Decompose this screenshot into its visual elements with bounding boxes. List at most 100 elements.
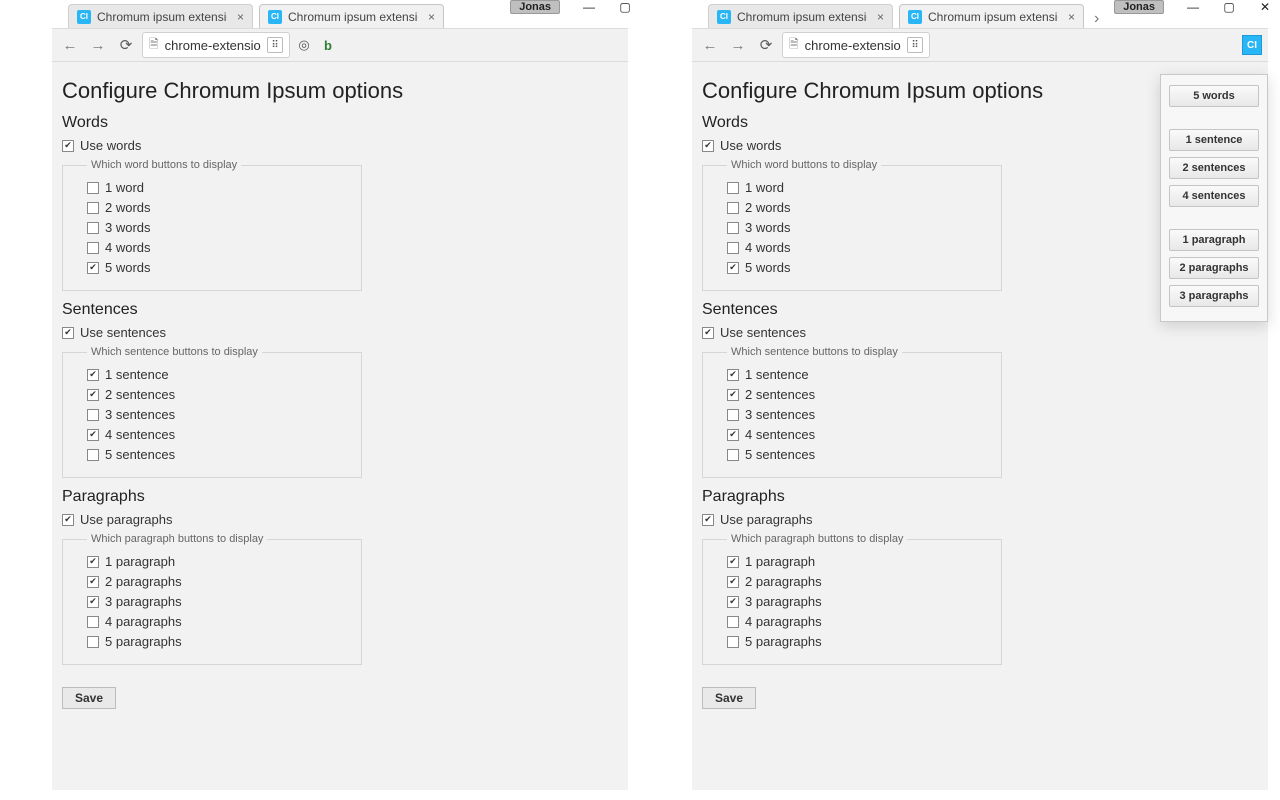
words-options-group: Which word buttons to display1 word2 wor… bbox=[62, 159, 362, 291]
sentences-option-checkbox[interactable] bbox=[727, 409, 739, 421]
paragraphs-option: 5 paragraphs bbox=[727, 634, 991, 649]
tab-close-icon[interactable]: × bbox=[877, 10, 884, 24]
popup-insert-button[interactable]: 2 sentences bbox=[1169, 157, 1259, 179]
paragraphs-option-label: 4 paragraphs bbox=[105, 614, 182, 629]
forward-icon[interactable]: → bbox=[726, 33, 750, 57]
sentences-option-checkbox[interactable] bbox=[87, 409, 99, 421]
window-minimize-icon[interactable]: — bbox=[582, 0, 596, 14]
words-option-checkbox[interactable] bbox=[87, 262, 99, 274]
extension-popup: 5 words 1 sentence 2 sentences 4 sentences 1… bbox=[1160, 74, 1268, 322]
paragraphs-option: 5 paragraphs bbox=[87, 634, 351, 649]
translate-icon[interactable]: ⠿ bbox=[267, 37, 283, 53]
sentences-option-checkbox[interactable] bbox=[87, 449, 99, 461]
sentences-option-checkbox[interactable] bbox=[727, 449, 739, 461]
popup-insert-button[interactable]: 2 paragraphs bbox=[1169, 257, 1259, 279]
tab-close-icon[interactable]: × bbox=[1068, 10, 1075, 24]
paragraphs-option-checkbox[interactable] bbox=[87, 596, 99, 608]
paragraphs-options-group: Which paragraph buttons to display1 para… bbox=[702, 533, 1002, 665]
omnibox[interactable]: 🗎 chrome-extensio ⠿ bbox=[782, 32, 930, 58]
popup-insert-button[interactable]: 5 words bbox=[1169, 85, 1259, 107]
paragraphs-option-checkbox[interactable] bbox=[87, 616, 99, 628]
reload-icon[interactable]: ⟳ bbox=[754, 33, 778, 57]
window-right: Jonas — ▢ ✕ CIChromum ipsum extensio×CIC… bbox=[640, 0, 1280, 800]
paragraphs-option: 2 paragraphs bbox=[727, 574, 991, 589]
popup-insert-button[interactable]: 3 paragraphs bbox=[1169, 285, 1259, 307]
paragraphs-options-legend: Which paragraph buttons to display bbox=[727, 533, 907, 545]
popup-insert-button[interactable]: 1 sentence bbox=[1169, 129, 1259, 151]
paragraphs-option-checkbox[interactable] bbox=[87, 636, 99, 648]
words-option-checkbox[interactable] bbox=[727, 242, 739, 254]
words-option-checkbox[interactable] bbox=[727, 182, 739, 194]
sentences-option-checkbox[interactable] bbox=[87, 429, 99, 441]
words-option-checkbox[interactable] bbox=[87, 182, 99, 194]
browser-tab[interactable]: CIChromum ipsum extensio× bbox=[899, 4, 1084, 28]
tab-favicon: CI bbox=[268, 10, 282, 24]
paragraphs-option-label: 4 paragraphs bbox=[745, 614, 822, 629]
paragraphs-heading: Paragraphs bbox=[62, 488, 628, 506]
page-icon: 🗎 bbox=[149, 35, 159, 56]
use-words-checkbox[interactable] bbox=[62, 140, 74, 152]
chromum-ipsum-extension-icon[interactable]: CI bbox=[1242, 35, 1262, 55]
options-extension-icon[interactable]: ◎ bbox=[294, 35, 314, 55]
browser-tab[interactable]: CIChromum ipsum extensio× bbox=[708, 4, 893, 28]
words-option: 2 words bbox=[87, 200, 351, 215]
words-option: 1 word bbox=[727, 180, 991, 195]
window-maximize-icon[interactable]: ▢ bbox=[1222, 0, 1236, 14]
words-option-checkbox[interactable] bbox=[727, 222, 739, 234]
use-paragraphs-checkbox[interactable] bbox=[62, 514, 74, 526]
use-sentences-checkbox[interactable] bbox=[702, 327, 714, 339]
paragraphs-option-label: 2 paragraphs bbox=[745, 574, 822, 589]
popup-insert-button[interactable]: 4 sentences bbox=[1169, 185, 1259, 207]
paragraphs-option-checkbox[interactable] bbox=[87, 556, 99, 568]
words-option-checkbox[interactable] bbox=[727, 262, 739, 274]
sentences-option-checkbox[interactable] bbox=[727, 389, 739, 401]
paragraphs-option-label: 5 paragraphs bbox=[745, 634, 822, 649]
window-maximize-icon[interactable]: ▢ bbox=[618, 0, 632, 14]
sentences-option-checkbox[interactable] bbox=[727, 369, 739, 381]
words-option: 5 words bbox=[87, 260, 351, 275]
words-option-label: 2 words bbox=[745, 200, 791, 215]
words-option-label: 4 words bbox=[745, 240, 791, 255]
tab-close-icon[interactable]: × bbox=[428, 10, 435, 24]
save-button[interactable]: Save bbox=[702, 687, 756, 709]
use-paragraphs-checkbox[interactable] bbox=[702, 514, 714, 526]
browser-tab[interactable]: CIChromum ipsum extensio× bbox=[259, 4, 444, 28]
window-minimize-icon[interactable]: — bbox=[1186, 0, 1200, 14]
paragraphs-options-group: Which paragraph buttons to display1 para… bbox=[62, 533, 362, 665]
sentences-option: 4 sentences bbox=[87, 427, 351, 442]
sentences-option-checkbox[interactable] bbox=[87, 389, 99, 401]
translate-icon[interactable]: ⠿ bbox=[907, 37, 923, 53]
sentences-option: 5 sentences bbox=[87, 447, 351, 462]
tab-overflow-icon[interactable]: › bbox=[1090, 10, 1103, 28]
words-option-checkbox[interactable] bbox=[87, 202, 99, 214]
forward-icon[interactable]: → bbox=[86, 33, 110, 57]
words-option-checkbox[interactable] bbox=[727, 202, 739, 214]
browser-tab[interactable]: CIChromum ipsum extensio× bbox=[68, 4, 253, 28]
bold-extension-icon[interactable]: b bbox=[318, 35, 338, 55]
paragraphs-heading: Paragraphs bbox=[702, 488, 1268, 506]
sentences-option-checkbox[interactable] bbox=[87, 369, 99, 381]
save-button[interactable]: Save bbox=[62, 687, 116, 709]
words-option-checkbox[interactable] bbox=[87, 222, 99, 234]
page-title: Configure Chromum Ipsum options bbox=[62, 78, 628, 104]
back-icon[interactable]: ← bbox=[58, 33, 82, 57]
paragraphs-option-checkbox[interactable] bbox=[727, 576, 739, 588]
use-sentences-checkbox[interactable] bbox=[62, 327, 74, 339]
window-close-icon[interactable]: ✕ bbox=[1258, 0, 1272, 14]
paragraphs-option-checkbox[interactable] bbox=[727, 556, 739, 568]
paragraphs-option-checkbox[interactable] bbox=[87, 576, 99, 588]
sentences-option-checkbox[interactable] bbox=[727, 429, 739, 441]
use-words-label: Use words bbox=[80, 138, 141, 153]
reload-icon[interactable]: ⟳ bbox=[114, 33, 138, 57]
paragraphs-option-checkbox[interactable] bbox=[727, 636, 739, 648]
paragraphs-option-checkbox[interactable] bbox=[727, 616, 739, 628]
paragraphs-option-checkbox[interactable] bbox=[727, 596, 739, 608]
paragraphs-option-label: 1 paragraph bbox=[105, 554, 175, 569]
tab-close-icon[interactable]: × bbox=[237, 10, 244, 24]
popup-insert-button[interactable]: 1 paragraph bbox=[1169, 229, 1259, 251]
omnibox[interactable]: 🗎 chrome-extensio ⠿ bbox=[142, 32, 290, 58]
back-icon[interactable]: ← bbox=[698, 33, 722, 57]
words-option-label: 1 word bbox=[745, 180, 784, 195]
use-words-checkbox[interactable] bbox=[702, 140, 714, 152]
words-option-checkbox[interactable] bbox=[87, 242, 99, 254]
